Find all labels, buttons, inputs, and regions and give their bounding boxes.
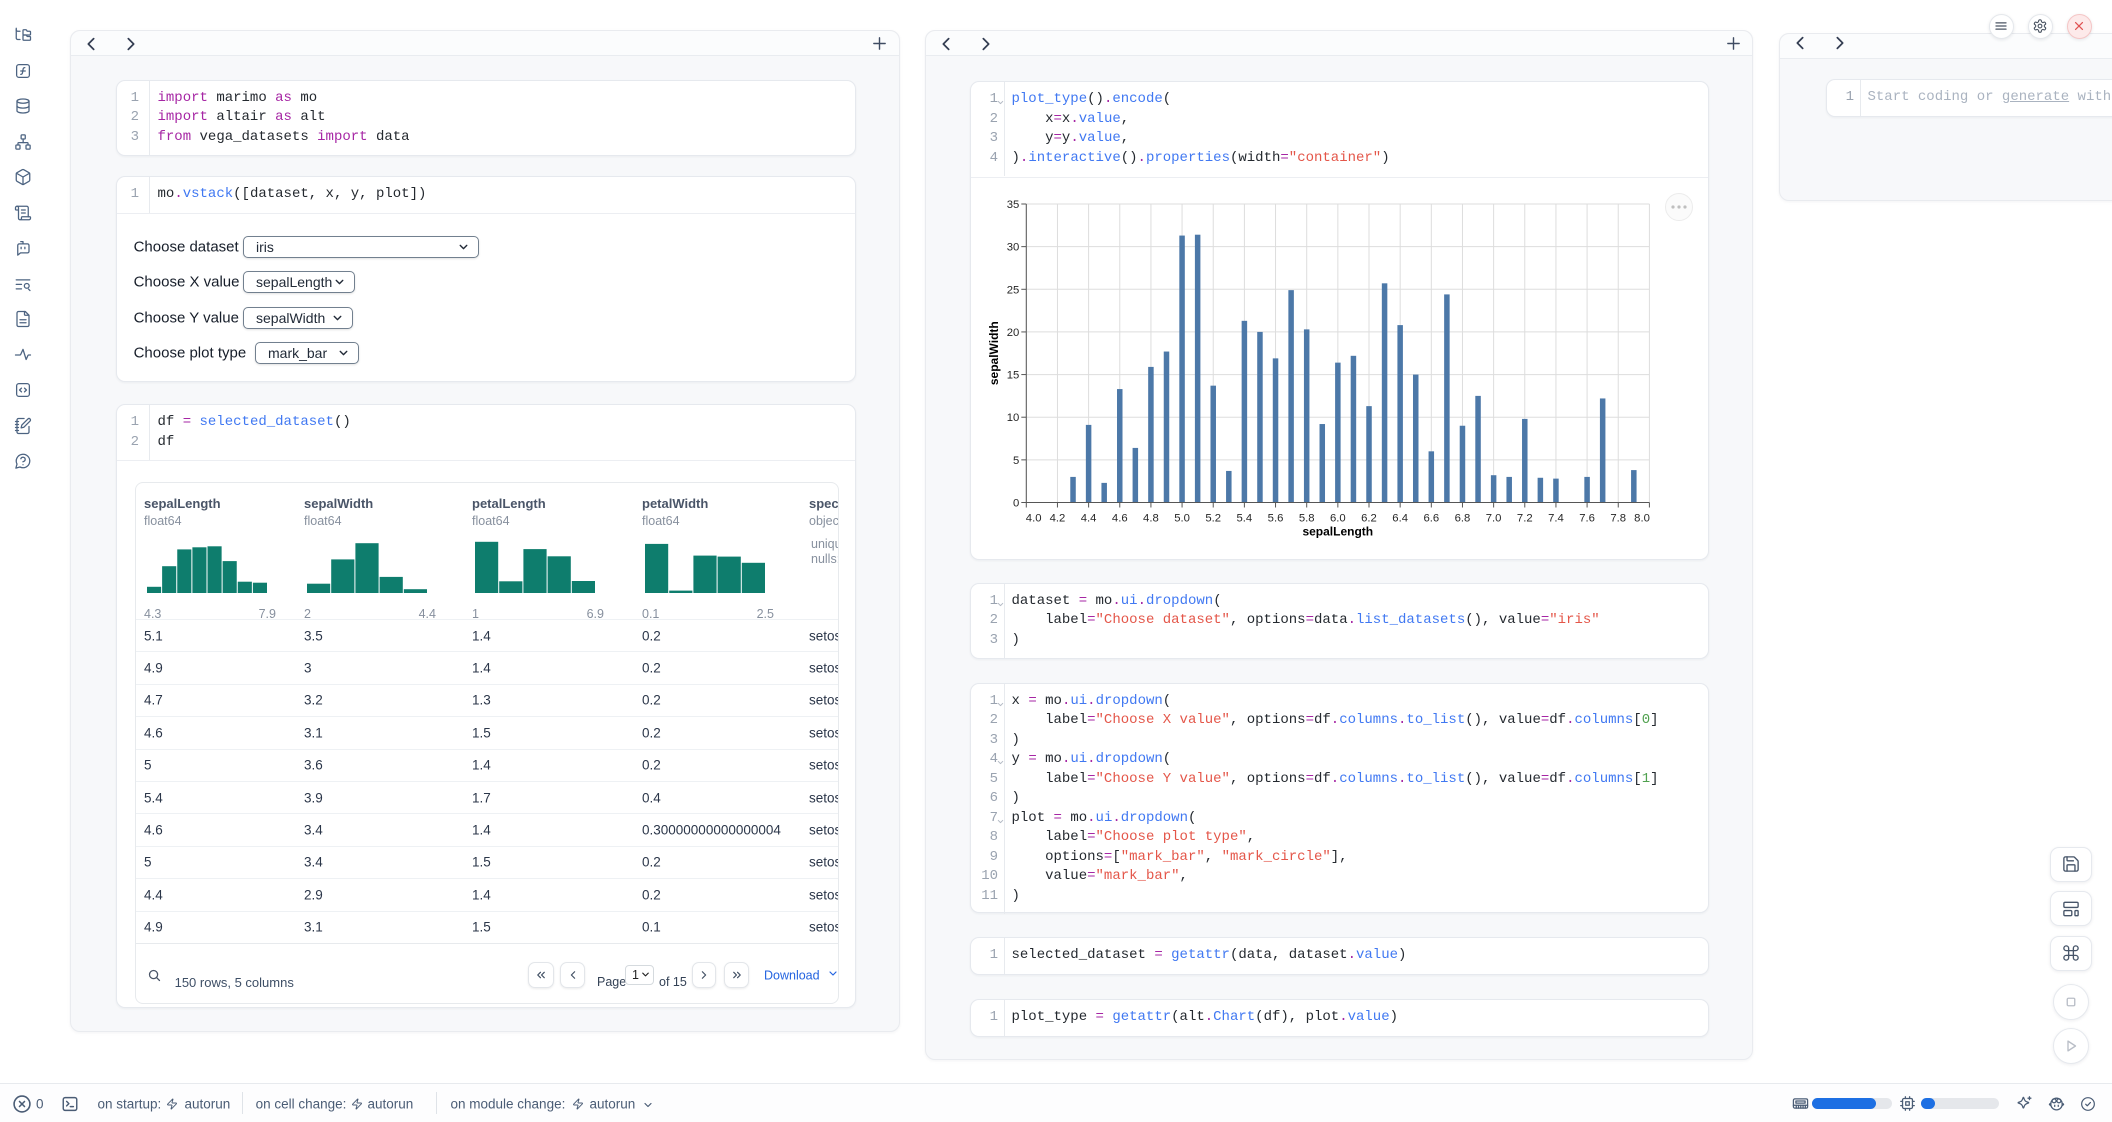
svg-text:sepalWidth: sepalWidth — [987, 321, 1001, 385]
svg-text:25: 25 — [1007, 284, 1020, 296]
svg-text:4.0: 4.0 — [1026, 513, 1042, 525]
svg-text:35: 35 — [1007, 199, 1020, 211]
svg-text:5.8: 5.8 — [1299, 513, 1315, 525]
svg-text:4.4: 4.4 — [1081, 513, 1097, 525]
svg-text:5.4: 5.4 — [1237, 513, 1253, 525]
svg-text:7.4: 7.4 — [1548, 513, 1564, 525]
svg-text:6.6: 6.6 — [1423, 513, 1439, 525]
svg-text:10: 10 — [1007, 412, 1020, 424]
svg-text:8.0: 8.0 — [1634, 513, 1650, 525]
svg-text:4.6: 4.6 — [1112, 513, 1128, 525]
svg-text:7.6: 7.6 — [1579, 513, 1595, 525]
svg-text:5.0: 5.0 — [1174, 513, 1190, 525]
svg-text:5: 5 — [1013, 455, 1019, 467]
svg-text:0: 0 — [1013, 498, 1019, 510]
svg-text:6.2: 6.2 — [1361, 513, 1377, 525]
svg-text:5.2: 5.2 — [1205, 513, 1221, 525]
svg-text:7.2: 7.2 — [1517, 513, 1533, 525]
svg-text:6.8: 6.8 — [1455, 513, 1471, 525]
svg-text:sepalLength: sepalLength — [1302, 525, 1373, 539]
svg-text:7.8: 7.8 — [1610, 513, 1626, 525]
svg-text:4.8: 4.8 — [1143, 513, 1159, 525]
svg-text:5.6: 5.6 — [1268, 513, 1284, 525]
svg-text:6.4: 6.4 — [1392, 513, 1408, 525]
svg-text:4.2: 4.2 — [1050, 513, 1066, 525]
svg-text:20: 20 — [1007, 327, 1020, 339]
svg-text:15: 15 — [1007, 370, 1020, 382]
svg-text:30: 30 — [1007, 242, 1020, 254]
svg-text:7.0: 7.0 — [1486, 513, 1502, 525]
svg-text:6.0: 6.0 — [1330, 513, 1346, 525]
